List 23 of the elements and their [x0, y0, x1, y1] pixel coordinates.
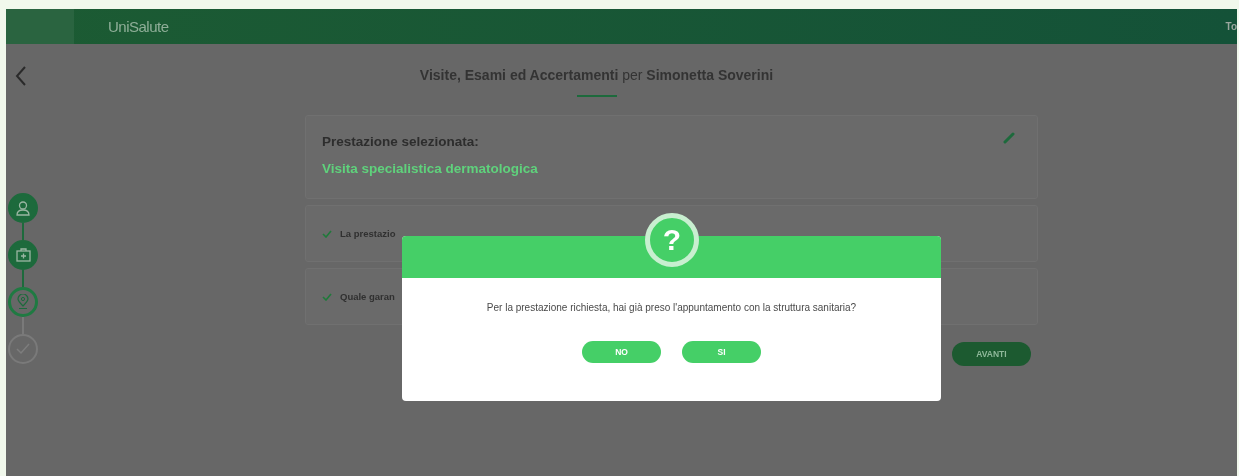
person-icon [16, 200, 30, 216]
service-label: Prestazione selezionata: [322, 134, 479, 149]
back-icon[interactable] [15, 66, 27, 86]
answer-text: La prestazio [340, 228, 396, 239]
step-indicator[interactable] [8, 193, 38, 223]
title-underline [576, 95, 617, 97]
logo: UniSalute [108, 18, 169, 35]
answer-text: Quale garan [340, 291, 395, 302]
check-icon [322, 292, 332, 301]
step-indicator[interactable] [8, 240, 38, 270]
next-button[interactable]: AVANTI [952, 342, 1031, 366]
question-icon: ? [645, 213, 699, 267]
dialog-button[interactable]: SI [682, 341, 761, 363]
dialog-button[interactable]: NO [582, 341, 661, 363]
step-indicator[interactable] [8, 287, 38, 317]
corner-decoration [6, 9, 74, 44]
pencil-icon[interactable] [1003, 132, 1015, 144]
check-icon [322, 229, 332, 238]
service-value: Visita specialistica dermatologica [322, 161, 538, 176]
dialog-message: Per la prestazione richiesta, hai già preso l'appuntamento con la struttura sanitaria? [485, 302, 858, 313]
medical-kit-icon [15, 248, 31, 262]
location-pin-icon [16, 294, 30, 310]
user-name[interactable]: To [1225, 21, 1237, 32]
